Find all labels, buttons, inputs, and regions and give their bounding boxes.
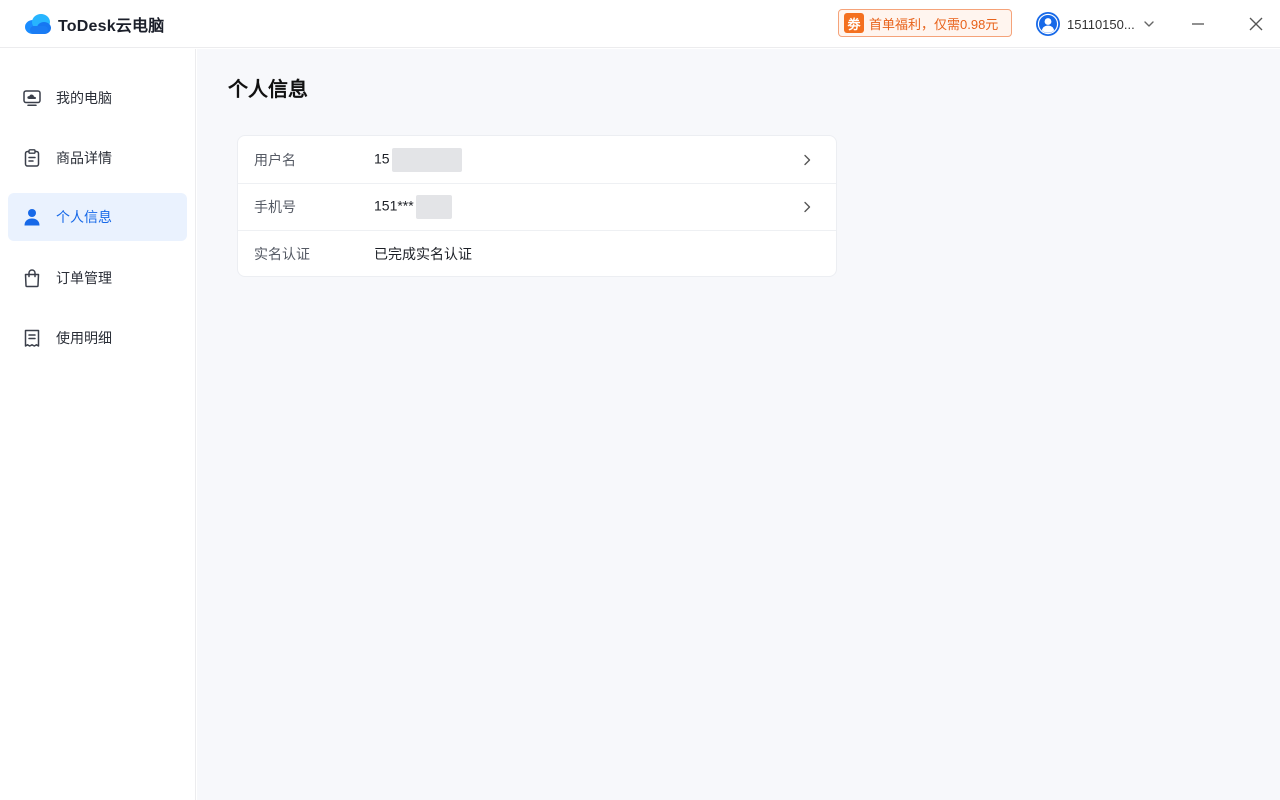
minimize-icon xyxy=(1192,23,1204,25)
chevron-down-icon xyxy=(1144,21,1154,27)
user-icon xyxy=(24,209,40,226)
clipboard-icon xyxy=(24,149,40,167)
sidebar-item-label: 订单管理 xyxy=(56,270,112,286)
sidebar-item-personal-info[interactable]: 个人信息 xyxy=(8,193,187,241)
sidebar-item-label: 商品详情 xyxy=(56,150,112,166)
row-label: 实名认证 xyxy=(254,246,310,262)
title-bar: ToDesk云电脑 劵 首单福利，仅需0.98元 15110150... xyxy=(0,0,1280,48)
page-title: 个人信息 xyxy=(228,79,308,101)
sidebar-item-label: 个人信息 xyxy=(56,209,112,225)
sidebar-item-order-management[interactable]: 订单管理 xyxy=(8,254,187,302)
computer-icon xyxy=(23,90,41,106)
user-name: 15110150... xyxy=(1067,16,1135,32)
row-value: 151*** xyxy=(374,195,452,219)
shopping-bag-icon xyxy=(24,269,40,288)
sidebar-item-usage-details[interactable]: 使用明细 xyxy=(8,314,187,362)
close-button[interactable] xyxy=(1244,12,1268,36)
sidebar-item-label: 我的电脑 xyxy=(56,90,112,106)
user-avatar-icon xyxy=(1036,12,1060,36)
verification-status: 已完成实名认证 xyxy=(374,246,472,262)
row-username[interactable]: 用户名 15 xyxy=(238,136,836,183)
chevron-right-icon xyxy=(804,154,811,165)
close-icon xyxy=(1249,17,1263,31)
username-value: 15 xyxy=(374,150,390,167)
row-phone[interactable]: 手机号 151*** xyxy=(238,183,836,230)
promo-text: 首单福利，仅需0.98元 xyxy=(869,16,999,32)
app-name: ToDesk云电脑 xyxy=(58,18,165,35)
redacted-mask xyxy=(415,195,452,219)
info-card: 用户名 15 手机号 151*** 实名认证 已完成实名认证 xyxy=(237,135,837,277)
row-label: 手机号 xyxy=(254,199,296,215)
row-value: 15 xyxy=(374,147,462,172)
receipt-icon xyxy=(24,329,40,347)
main-content: 个人信息 用户名 15 手机号 151*** 实名认证 已完成实名认证 xyxy=(197,49,1280,800)
chevron-right-icon xyxy=(804,201,811,213)
row-real-name-verification: 实名认证 已完成实名认证 xyxy=(238,230,836,277)
minimize-button[interactable] xyxy=(1186,12,1210,36)
phone-value: 151*** xyxy=(374,197,414,214)
promo-banner[interactable]: 劵 首单福利，仅需0.98元 xyxy=(838,9,1012,37)
sidebar-item-my-computer[interactable]: 我的电脑 xyxy=(8,74,187,122)
user-menu[interactable]: 15110150... xyxy=(1036,11,1155,37)
sidebar-item-label: 使用明细 xyxy=(56,330,112,346)
coupon-badge: 劵 xyxy=(844,13,864,33)
sidebar: 我的电脑 商品详情 个人信息 订单管理 使用明细 xyxy=(0,49,196,800)
app-brand: ToDesk云电脑 xyxy=(24,12,164,36)
sidebar-item-product-details[interactable]: 商品详情 xyxy=(8,134,187,182)
cloud-logo-icon xyxy=(25,14,51,34)
redacted-mask xyxy=(391,147,462,172)
row-label: 用户名 xyxy=(254,151,296,168)
